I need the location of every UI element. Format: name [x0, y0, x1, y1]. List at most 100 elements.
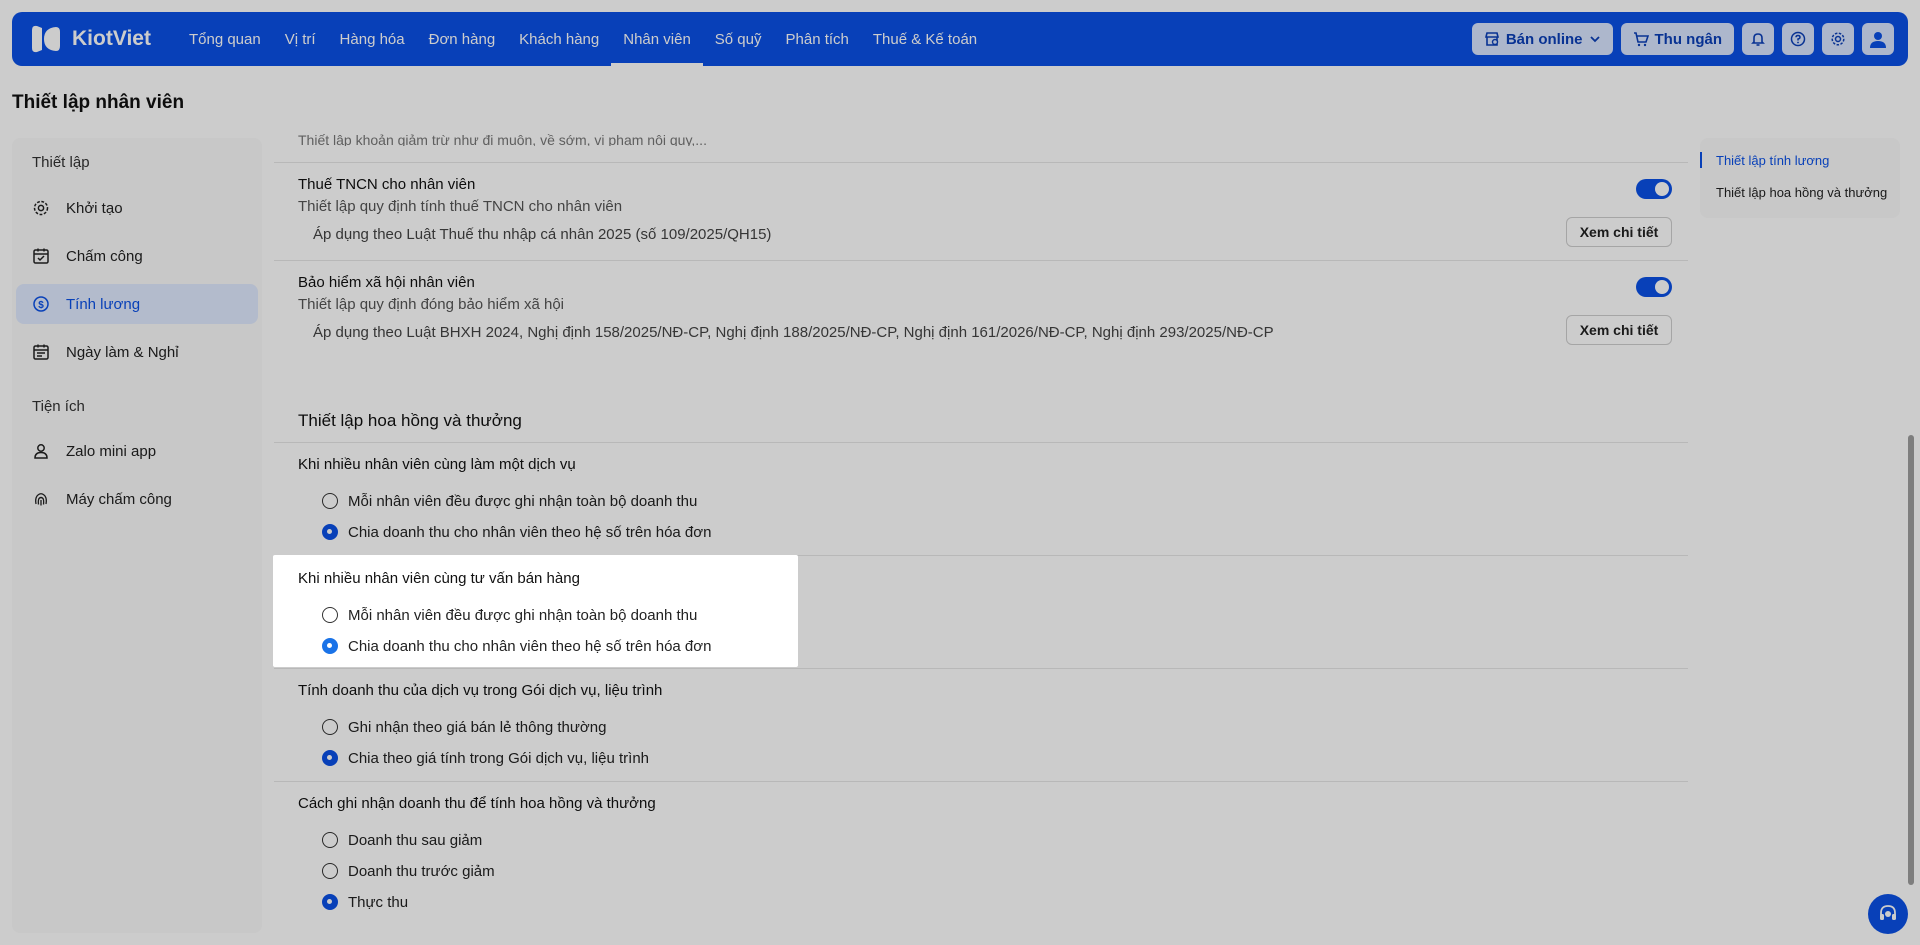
radio-button[interactable]	[322, 719, 338, 735]
cart-icon	[1633, 32, 1649, 47]
option-label: Mỗi nhân viên đều được ghi nhận toàn bộ …	[348, 606, 698, 624]
anchor-hoa-hong-thuong[interactable]: Thiết lập hoa hồng và thưởng	[1716, 185, 1887, 200]
store-icon	[1484, 32, 1499, 46]
option-revenue-before-discount[interactable]: Doanh thu trước giảm	[322, 860, 495, 882]
nav-nhan-vien[interactable]: Nhân viên	[611, 12, 703, 66]
radio-button-selected[interactable]	[322, 894, 338, 910]
sidebar-item-label: Tính lương	[66, 295, 141, 313]
option-consult-sales-split[interactable]: Chia doanh thu cho nhân viên theo hệ số …	[322, 635, 711, 657]
option-label: Doanh thu sau giảm	[348, 831, 483, 849]
option-label: Mỗi nhân viên đều được ghi nhận toàn bộ …	[348, 492, 698, 510]
sidebar-item-label: Khởi tạo	[66, 199, 123, 217]
option-revenue-after-discount[interactable]: Doanh thu sau giảm	[322, 829, 482, 851]
sidebar-item-ngay-lam-nghi[interactable]: Ngày làm & Nghỉ	[16, 332, 258, 372]
fingerprint-icon	[32, 490, 50, 508]
dollar-circle-icon: $	[32, 295, 50, 313]
kiotviet-logo[interactable]: KiotViet	[28, 22, 151, 56]
section-divider	[274, 442, 1688, 443]
headset-icon	[1880, 905, 1896, 920]
social-insurance-toggle[interactable]	[1636, 277, 1672, 297]
tax-pit-title: Thuế TNCN cho nhân viên	[298, 176, 476, 193]
nav-tong-quan[interactable]: Tổng quan	[177, 12, 273, 66]
nav-hang-hoa[interactable]: Hàng hóa	[328, 12, 417, 66]
option-package-retail-price[interactable]: Ghi nhận theo giá bán lẻ thông thường	[322, 716, 606, 738]
sidebar-section-tien-ich: Tiện ích	[32, 398, 85, 415]
radio-button[interactable]	[322, 832, 338, 848]
tax-pit-description: Thiết lập quy định tính thuế TNCN cho nh…	[298, 198, 623, 215]
notification-button[interactable]	[1742, 23, 1774, 55]
question-divider	[274, 781, 1688, 782]
commission-section-title: Thiết lập hoa hồng và thưởng	[298, 411, 522, 430]
tax-pit-toggle[interactable]	[1636, 179, 1672, 199]
highlighted-consult-sales-section: Khi nhiều nhân viên cùng tư vấn bán hàng…	[273, 555, 798, 667]
row-divider	[274, 260, 1688, 261]
nav-thue-ke-toan[interactable]: Thuế & Kế toán	[861, 12, 989, 66]
nav-khach-hang[interactable]: Khách hàng	[507, 12, 611, 66]
anchor-active-indicator	[1700, 152, 1702, 168]
social-insurance-note: Áp dụng theo Luật BHXH 2024, Nghị định 1…	[313, 324, 1274, 341]
anchor-tinh-luong[interactable]: Thiết lập tính lương	[1716, 153, 1829, 168]
option-label: Thực thu	[348, 893, 409, 911]
nav-don-hang[interactable]: Đơn hàng	[417, 12, 508, 66]
user-icon	[32, 442, 50, 460]
settings-sidebar: Thiết lập Khởi tạo Chấm công $ Tính lươn…	[12, 138, 262, 933]
question-consult-sales-title: Khi nhiều nhân viên cùng tư vấn bán hàng	[298, 570, 580, 587]
radio-button[interactable]	[322, 607, 338, 623]
sidebar-item-label: Ngày làm & Nghỉ	[66, 343, 179, 361]
user-avatar-icon	[1870, 32, 1886, 48]
kiotviet-logo-icon	[32, 25, 60, 53]
help-button[interactable]	[1782, 23, 1814, 55]
thu-ngan-button[interactable]: Thu ngân	[1620, 23, 1734, 55]
brand-name: KiotViet	[72, 27, 151, 50]
option-label: Ghi nhận theo giá bán lẻ thông thường	[348, 718, 607, 736]
option-label: Doanh thu trước giảm	[348, 862, 495, 880]
option-package-split-price[interactable]: Chia theo giá tính trong Gói dịch vụ, li…	[322, 747, 649, 769]
option-same-service-split[interactable]: Chia doanh thu cho nhân viên theo hệ số …	[322, 521, 711, 543]
sidebar-item-may-cham-cong[interactable]: Máy chấm công	[16, 479, 258, 519]
gear-icon	[32, 199, 50, 217]
sidebar-section-thiet-lap: Thiết lập	[32, 154, 90, 171]
question-same-service-title: Khi nhiều nhân viên cùng làm một dịch vụ	[298, 456, 576, 473]
cut-off-description: Thiết lập khoản giảm trừ như đi muộn, về…	[298, 132, 707, 146]
sidebar-item-tinh-luong[interactable]: $ Tính lương	[16, 284, 258, 324]
ban-online-label: Bán online	[1505, 30, 1583, 48]
question-revenue-method-title: Cách ghi nhận doanh thu để tính hoa hồng…	[298, 795, 656, 812]
option-label: Chia doanh thu cho nhân viên theo hệ số …	[348, 523, 712, 541]
top-nav-bar: KiotViet Tổng quan Vị trí Hàng hóa Đơn h…	[12, 12, 1908, 66]
option-label: Chia doanh thu cho nhân viên theo hệ số …	[348, 637, 712, 655]
social-insurance-description: Thiết lập quy định đóng bảo hiểm xã hội	[298, 296, 565, 313]
tax-pit-detail-button[interactable]: Xem chi tiết	[1566, 217, 1672, 247]
salary-settings-card: Thiết lập khoản giảm trừ như đi muộn, về…	[274, 132, 1688, 366]
page-scrollbar[interactable]	[1908, 435, 1914, 885]
question-divider	[274, 668, 1688, 669]
sidebar-item-zalo-mini-app[interactable]: Zalo mini app	[16, 431, 258, 471]
support-chat-button[interactable]	[1868, 894, 1908, 934]
radio-button[interactable]	[322, 863, 338, 879]
question-package-revenue-title: Tính doanh thu của dịch vụ trong Gói dịc…	[298, 682, 663, 699]
nav-phan-tich[interactable]: Phân tích	[774, 12, 861, 66]
option-consult-sales-full[interactable]: Mỗi nhân viên đều được ghi nhận toàn bộ …	[322, 604, 697, 626]
sidebar-item-cham-cong[interactable]: Chấm công	[16, 236, 258, 276]
settings-button[interactable]	[1822, 23, 1854, 55]
nav-vi-tri[interactable]: Vị trí	[273, 12, 328, 66]
thu-ngan-label: Thu ngân	[1654, 30, 1723, 48]
nav-so-quy[interactable]: Số quỹ	[703, 12, 774, 66]
option-same-service-full[interactable]: Mỗi nhân viên đều được ghi nhận toàn bộ …	[322, 490, 697, 512]
social-insurance-detail-button[interactable]: Xem chi tiết	[1566, 315, 1672, 345]
radio-button[interactable]	[322, 493, 338, 509]
option-label: Chia theo giá tính trong Gói dịch vụ, li…	[348, 749, 650, 767]
option-revenue-actual[interactable]: Thực thu	[322, 891, 408, 913]
radio-button-selected[interactable]	[322, 524, 338, 540]
calendar-check-icon	[32, 247, 50, 265]
sidebar-item-label: Máy chấm công	[66, 490, 172, 508]
radio-button-selected[interactable]	[322, 638, 338, 654]
sidebar-item-label: Zalo mini app	[66, 442, 157, 460]
radio-button-selected[interactable]	[322, 750, 338, 766]
section-anchor-panel: Thiết lập tính lương Thiết lập hoa hồng …	[1700, 138, 1900, 218]
sidebar-item-khoi-tao[interactable]: Khởi tạo	[16, 188, 258, 228]
bell-icon	[1751, 33, 1765, 46]
calendar-icon	[32, 343, 50, 361]
user-avatar[interactable]	[1862, 23, 1894, 55]
social-insurance-title: Bảo hiểm xã hội nhân viên	[298, 274, 475, 291]
ban-online-button[interactable]: Bán online	[1471, 23, 1613, 55]
